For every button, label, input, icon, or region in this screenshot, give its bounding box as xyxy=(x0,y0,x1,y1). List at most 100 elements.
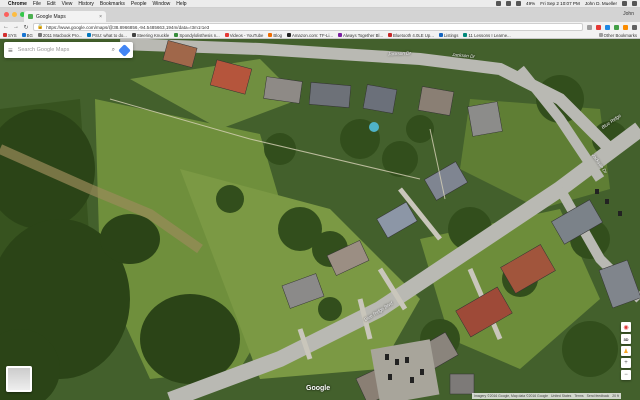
close-window-icon[interactable] xyxy=(4,12,9,17)
amazon-icon xyxy=(286,33,291,37)
notification-center-icon[interactable] xyxy=(632,1,637,6)
hamburger-menu-icon[interactable]: ≡ xyxy=(8,46,13,55)
bookmarks-bar: SYS BG 2011 Macbook Pro... PSU: what to … xyxy=(0,32,640,39)
bookmark-icon xyxy=(3,33,7,37)
tab-google-maps[interactable]: Google Maps × xyxy=(24,11,106,22)
bookmark-label: 11 Lessons I Learne... xyxy=(468,32,511,38)
satellite-imagery xyxy=(0,39,640,400)
bookmark-icon xyxy=(463,33,468,37)
bookmark-listings[interactable]: Listings xyxy=(438,32,459,38)
road-label: Jackson Dr xyxy=(387,50,412,57)
browser-toolbar: ← → ↻ 🔒 https://www.google.com/maps/@38.… xyxy=(0,22,640,32)
menu-help[interactable]: Help xyxy=(176,1,186,7)
extension-orange-icon[interactable] xyxy=(623,24,628,30)
scale-bar[interactable]: 20 ft xyxy=(612,394,619,398)
menu-edit[interactable]: Edit xyxy=(47,1,56,7)
bookmark-label: Amazon.com: TF-Li... xyxy=(291,32,333,38)
bookmark-youtube[interactable]: Videos - YouTube xyxy=(224,32,264,38)
bookmark-psu[interactable]: PSU: what to do... xyxy=(87,33,127,38)
bookmark-blog[interactable]: Blog xyxy=(268,33,282,38)
bookmark-label: BG xyxy=(26,32,33,38)
menu-file[interactable]: File xyxy=(33,1,41,7)
spotlight-icon[interactable] xyxy=(622,1,627,6)
bookmark-icon xyxy=(131,33,136,37)
window-controls xyxy=(4,12,25,17)
bookmark-icon xyxy=(21,33,26,37)
bookmark-star-icon[interactable] xyxy=(587,24,592,30)
zoom-out-button[interactable]: − xyxy=(621,370,631,380)
google-logo: Google xyxy=(306,385,331,392)
menu-chrome[interactable]: Chrome xyxy=(8,1,27,7)
menubar-user[interactable]: John D. Mueller xyxy=(585,1,617,6)
bookmark-icon xyxy=(174,33,179,37)
pegman-icon[interactable]: ♟ xyxy=(621,346,631,356)
wifi-icon[interactable] xyxy=(506,1,512,6)
address-bar-url[interactable]: https://www.google.com/maps/@38.8966856,… xyxy=(46,25,209,30)
terms-link[interactable]: Terms xyxy=(574,394,583,398)
compass-icon[interactable]: ◉ xyxy=(621,322,631,332)
menubar-clock[interactable]: Fri Sep 2 10:07 PM xyxy=(540,1,580,6)
menubar-status-area: 49% Fri Sep 2 10:07 PM John D. Mueller xyxy=(496,1,637,6)
bookmark-spondylolisthesis[interactable]: Spondylolisthesis n... xyxy=(174,32,220,38)
menu-view[interactable]: View xyxy=(62,1,73,7)
tab-close-icon[interactable]: × xyxy=(99,14,102,20)
bookmark-lessons[interactable]: 11 Lessons I Learne... xyxy=(463,32,511,38)
bookmark-label: SYS xyxy=(8,32,17,38)
lock-icon: 🔒 xyxy=(37,24,44,30)
search-icon[interactable]: ⌕ xyxy=(112,47,115,54)
bookmark-label: Spondylolisthesis n... xyxy=(179,32,220,38)
menu-history[interactable]: History xyxy=(78,1,94,7)
menu-bookmarks[interactable]: Bookmarks xyxy=(100,1,125,7)
imagery-credit: Imagery ©2016 Google, Map data ©2016 Goo… xyxy=(474,394,548,398)
bookmark-always-together[interactable]: Always Together Bl... xyxy=(337,32,384,38)
battery-percent[interactable]: 49% xyxy=(526,1,535,6)
directions-icon[interactable] xyxy=(118,43,131,57)
bookmark-sys[interactable]: SYS xyxy=(3,33,17,38)
reload-icon[interactable]: ↻ xyxy=(23,24,29,31)
map-search-box[interactable]: ≡ Search Google Maps ⌕ xyxy=(4,42,133,58)
folder-icon xyxy=(598,33,603,37)
country-link[interactable]: United States xyxy=(551,394,571,398)
chrome-menu-icon[interactable] xyxy=(632,24,637,30)
bookmark-other-folder[interactable]: Other Bookmarks xyxy=(598,32,637,38)
macos-menubar: Chrome File Edit View History Bookmarks … xyxy=(0,0,640,8)
bookmark-amazon[interactable]: Amazon.com: TF-Li... xyxy=(286,32,333,38)
bookmark-label: Other Bookmarks xyxy=(603,32,637,38)
volume-icon[interactable] xyxy=(516,1,522,6)
google-maps-favicon xyxy=(28,14,33,19)
menu-people[interactable]: People xyxy=(131,1,147,7)
youtube-icon xyxy=(224,33,229,37)
bookmark-icon xyxy=(388,33,393,37)
bookmark-icon xyxy=(438,33,443,37)
map-controls: ◉ 3D ♟ + − xyxy=(621,322,631,380)
bookmark-bg[interactable]: BG xyxy=(21,32,33,38)
back-arrow-icon[interactable]: ← xyxy=(3,24,9,30)
bookmark-label: Always Together Bl... xyxy=(342,32,384,38)
bookmark-bluetooth[interactable]: Bluetooth 4.0LE Up... xyxy=(388,33,434,38)
bookmark-label: Videos - YouTube xyxy=(229,32,264,38)
forward-arrow-icon[interactable]: → xyxy=(13,24,19,30)
bookmark-label: Listings xyxy=(443,32,459,38)
profile-button[interactable]: John xyxy=(623,11,634,17)
bookmark-icon xyxy=(87,33,92,37)
search-input[interactable]: Search Google Maps xyxy=(18,47,107,53)
extension-blue-icon[interactable] xyxy=(605,24,610,30)
extension-red-icon[interactable] xyxy=(596,24,601,30)
tilt-button[interactable]: 3D xyxy=(621,334,631,344)
minimize-window-icon[interactable] xyxy=(12,12,17,17)
bookmark-label: Bluetooth 4.0LE Up... xyxy=(393,32,434,38)
blog-icon xyxy=(268,33,273,37)
map-layer-toggle[interactable] xyxy=(6,366,32,392)
address-bar[interactable]: 🔒 https://www.google.com/maps/@38.896685… xyxy=(33,23,583,31)
satellite-map[interactable]: ≡ Search Google Maps ⌕ Jackson Dr Jackso… xyxy=(0,39,640,400)
zoom-in-button[interactable]: + xyxy=(621,358,631,368)
menu-window[interactable]: Window xyxy=(153,1,171,7)
bookmark-label: PSU: what to do... xyxy=(92,32,127,38)
extension-green-icon[interactable] xyxy=(614,24,619,30)
bookmark-macbook-pro[interactable]: 2011 Macbook Pro... xyxy=(37,33,82,38)
send-feedback-link[interactable]: Send feedback xyxy=(587,394,610,398)
map-attribution-bar: Imagery ©2016 Google, Map data ©2016 Goo… xyxy=(472,393,621,399)
bookmark-label: Steering Knuckle xyxy=(136,32,170,38)
dropbox-icon[interactable] xyxy=(496,1,502,6)
bookmark-steering-knuckle[interactable]: Steering Knuckle xyxy=(131,32,170,38)
